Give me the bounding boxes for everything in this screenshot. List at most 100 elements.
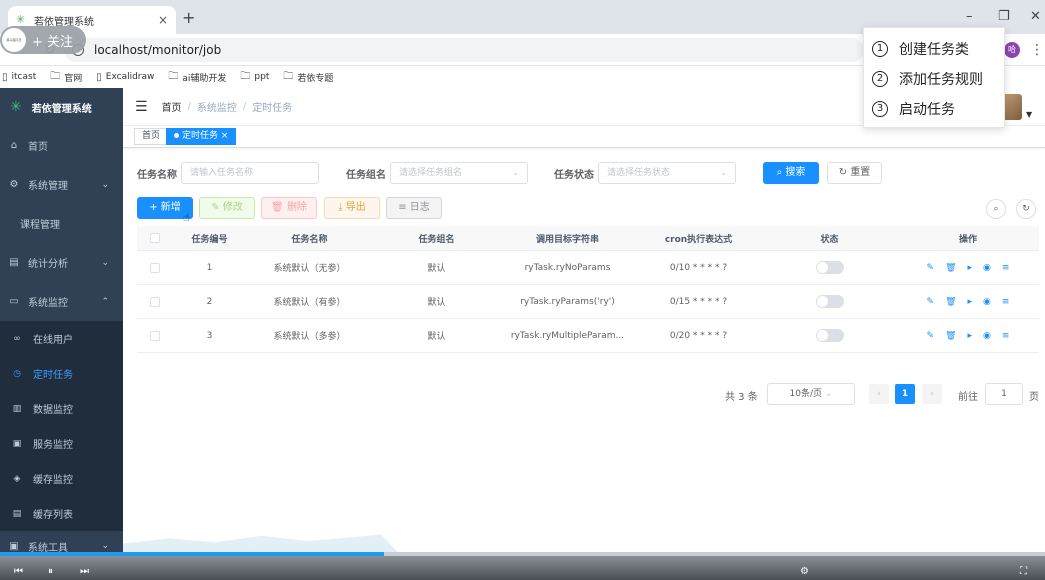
- sidebar-item-label: 统计分析: [28, 259, 68, 270]
- table-row[interactable]: 1 系统默认（无参） 默认 ryTask.ryNoParams 0/10 * * * *…: [137, 251, 1039, 285]
- new-tab-button[interactable]: +: [182, 10, 195, 26]
- sidebar-item[interactable]: ▭ 系统监控 ⌃: [0, 282, 123, 321]
- goto-page-input[interactable]: 1: [985, 383, 1023, 405]
- edit-button-label: 修改: [222, 202, 243, 213]
- bookmark-item[interactable]: ▯ Excalidraw: [96, 72, 154, 83]
- tab-close-icon[interactable]: ×: [158, 13, 168, 27]
- status-toggle[interactable]: [815, 295, 844, 308]
- search-button[interactable]: ⌕ 搜索: [763, 162, 819, 184]
- sidebar-subitem[interactable]: ▥ 数据监控: [0, 391, 123, 426]
- pause-icon[interactable]: ⏸: [48, 566, 53, 578]
- bookmark-item[interactable]: ▯ itcast: [2, 72, 36, 83]
- profile-avatar[interactable]: 哈: [1004, 42, 1020, 58]
- hamburger-icon[interactable]: ☰: [135, 99, 148, 115]
- job-name-input[interactable]: 请输入任务名称: [181, 162, 319, 184]
- eye-icon[interactable]: ◉: [983, 297, 991, 307]
- sidebar-item[interactable]: ▤ 统计分析 ⌄: [0, 243, 123, 282]
- step-label: 创建任务类: [899, 42, 969, 58]
- edit-icon[interactable]: ✎: [927, 331, 935, 341]
- row-checkbox[interactable]: [150, 262, 160, 273]
- search-job-name: 任务名称 请输入任务名称: [137, 162, 319, 184]
- cell-group: 默认: [427, 264, 446, 274]
- sidebar-subitem[interactable]: ∞ 在线用户: [0, 321, 123, 356]
- export-button[interactable]: ⤓ 导出: [324, 197, 380, 219]
- cell-target: ryTask.ryMultipleParam...: [510, 330, 625, 341]
- tag-close-icon[interactable]: ×: [221, 131, 229, 141]
- next-icon[interactable]: ⏭: [80, 566, 89, 578]
- row-checkbox[interactable]: [150, 296, 160, 307]
- sidebar-item-label: 系统监控: [28, 298, 68, 309]
- job-status-select[interactable]: 请选择任务状态 ⌄: [598, 162, 736, 184]
- chevron-down-icon: ⌄: [512, 168, 519, 177]
- download-icon: ⤓: [338, 202, 343, 213]
- edit-icon[interactable]: ✎: [927, 297, 935, 307]
- column-header: 操作: [958, 234, 977, 245]
- trash-icon[interactable]: 🗑: [945, 331, 956, 341]
- reset-button[interactable]: ↻ 重置: [827, 162, 882, 184]
- column-header: 状态: [820, 234, 839, 245]
- play-icon[interactable]: ▸: [968, 331, 973, 341]
- table-row[interactable]: 2 系统默认（有参） 默认 ryTask.ryParams('ry') 0/15 * *…: [137, 285, 1039, 319]
- maximize-icon[interactable]: ❐: [998, 10, 1010, 24]
- page-size-select[interactable]: 10条/页 ⌄: [767, 383, 855, 405]
- refresh-table-icon[interactable]: ↻: [1016, 199, 1036, 219]
- chevron-down-icon: ⌄: [824, 389, 833, 399]
- prev-icon[interactable]: ⏮: [14, 566, 23, 578]
- more-icon[interactable]: ≡: [1002, 263, 1010, 273]
- fullscreen-icon[interactable]: ⛶: [1020, 566, 1027, 578]
- prev-page-button[interactable]: ‹: [869, 384, 889, 404]
- trash-icon[interactable]: 🗑: [945, 263, 956, 273]
- play-icon[interactable]: ▸: [968, 297, 973, 307]
- play-icon[interactable]: ▸: [968, 263, 973, 273]
- bookmark-label: itcast: [11, 72, 37, 82]
- toggle-search-icon[interactable]: ⌕: [986, 199, 1006, 219]
- status-toggle[interactable]: [815, 329, 844, 342]
- sidebar-item[interactable]: ⚙ 系统管理 ⌄: [0, 165, 123, 204]
- add-button-label: 新增: [160, 202, 181, 213]
- tools-icon: ▣: [9, 540, 19, 552]
- follow-label: + 关注: [32, 34, 74, 50]
- next-page-button[interactable]: ›: [922, 384, 942, 404]
- page-number-button[interactable]: 1: [895, 384, 915, 404]
- url-field[interactable]: i localhost/monitor/job: [64, 38, 864, 62]
- edit-icon[interactable]: ✎: [927, 263, 935, 273]
- sidebar-subitem[interactable]: ◈ 缓存监控: [0, 461, 123, 496]
- caret-down-icon[interactable]: ▼: [1026, 110, 1032, 119]
- eye-icon[interactable]: ◉: [983, 331, 991, 341]
- bookmark-label: ai辅助开发: [182, 73, 227, 84]
- edit-button[interactable]: ✎ 修改: [199, 197, 255, 219]
- bookmark-label: ppt: [254, 72, 270, 82]
- log-button[interactable]: ≡ 日志: [386, 197, 442, 219]
- tag-job[interactable]: 定时任务 ×: [166, 128, 237, 145]
- row-checkbox[interactable]: [150, 330, 160, 341]
- settings-icon[interactable]: ⚙: [800, 566, 809, 578]
- status-toggle[interactable]: [815, 261, 844, 274]
- sidebar-subitem[interactable]: ▤ 缓存列表: [0, 496, 123, 531]
- select-all-checkbox[interactable]: [150, 233, 160, 243]
- sidebar-subitem[interactable]: ◷ 定时任务: [0, 356, 123, 391]
- bookmark-item[interactable]: 🗀 官网: [50, 69, 82, 86]
- sidebar-item[interactable]: 课程管理: [0, 204, 123, 243]
- bookmark-item[interactable]: 🗀 若依专题: [283, 69, 333, 86]
- job-group-select[interactable]: 请选择任务组名 ⌄: [390, 162, 528, 184]
- delete-button[interactable]: 🗑 删除: [261, 197, 317, 219]
- bookmark-item[interactable]: 🗀 ai辅助开发: [168, 69, 226, 86]
- trash-icon[interactable]: 🗑: [945, 297, 956, 307]
- sidebar-item[interactable]: ⌂ 首页: [0, 126, 123, 165]
- toggle-knob: [816, 296, 828, 307]
- more-icon[interactable]: ≡: [1002, 331, 1010, 341]
- follow-badge[interactable]: 黑马程序员 + 关注: [0, 26, 86, 54]
- minimize-icon[interactable]: –: [966, 10, 973, 24]
- eye-icon[interactable]: ◉: [983, 263, 991, 273]
- cell-cron: 0/20 * * * * ?: [669, 330, 728, 341]
- window-close-icon[interactable]: ✕: [1030, 10, 1041, 24]
- breadcrumb-home[interactable]: 首页: [162, 99, 182, 114]
- log-button-label: 日志: [409, 202, 430, 213]
- table-row[interactable]: 3 系统默认（多参） 默认 ryTask.ryMultipleParam... 0/20…: [137, 319, 1039, 353]
- sidebar-subitem[interactable]: ▣ 服务监控: [0, 426, 123, 461]
- tag-home[interactable]: 首页: [134, 128, 169, 145]
- more-icon[interactable]: ≡: [1002, 297, 1010, 307]
- browser-menu-icon[interactable]: ⋮: [1030, 42, 1044, 58]
- bookmark-item[interactable]: 🗀 ppt: [240, 69, 269, 86]
- sidebar-logo[interactable]: ✳ 若依管理系统: [0, 88, 123, 126]
